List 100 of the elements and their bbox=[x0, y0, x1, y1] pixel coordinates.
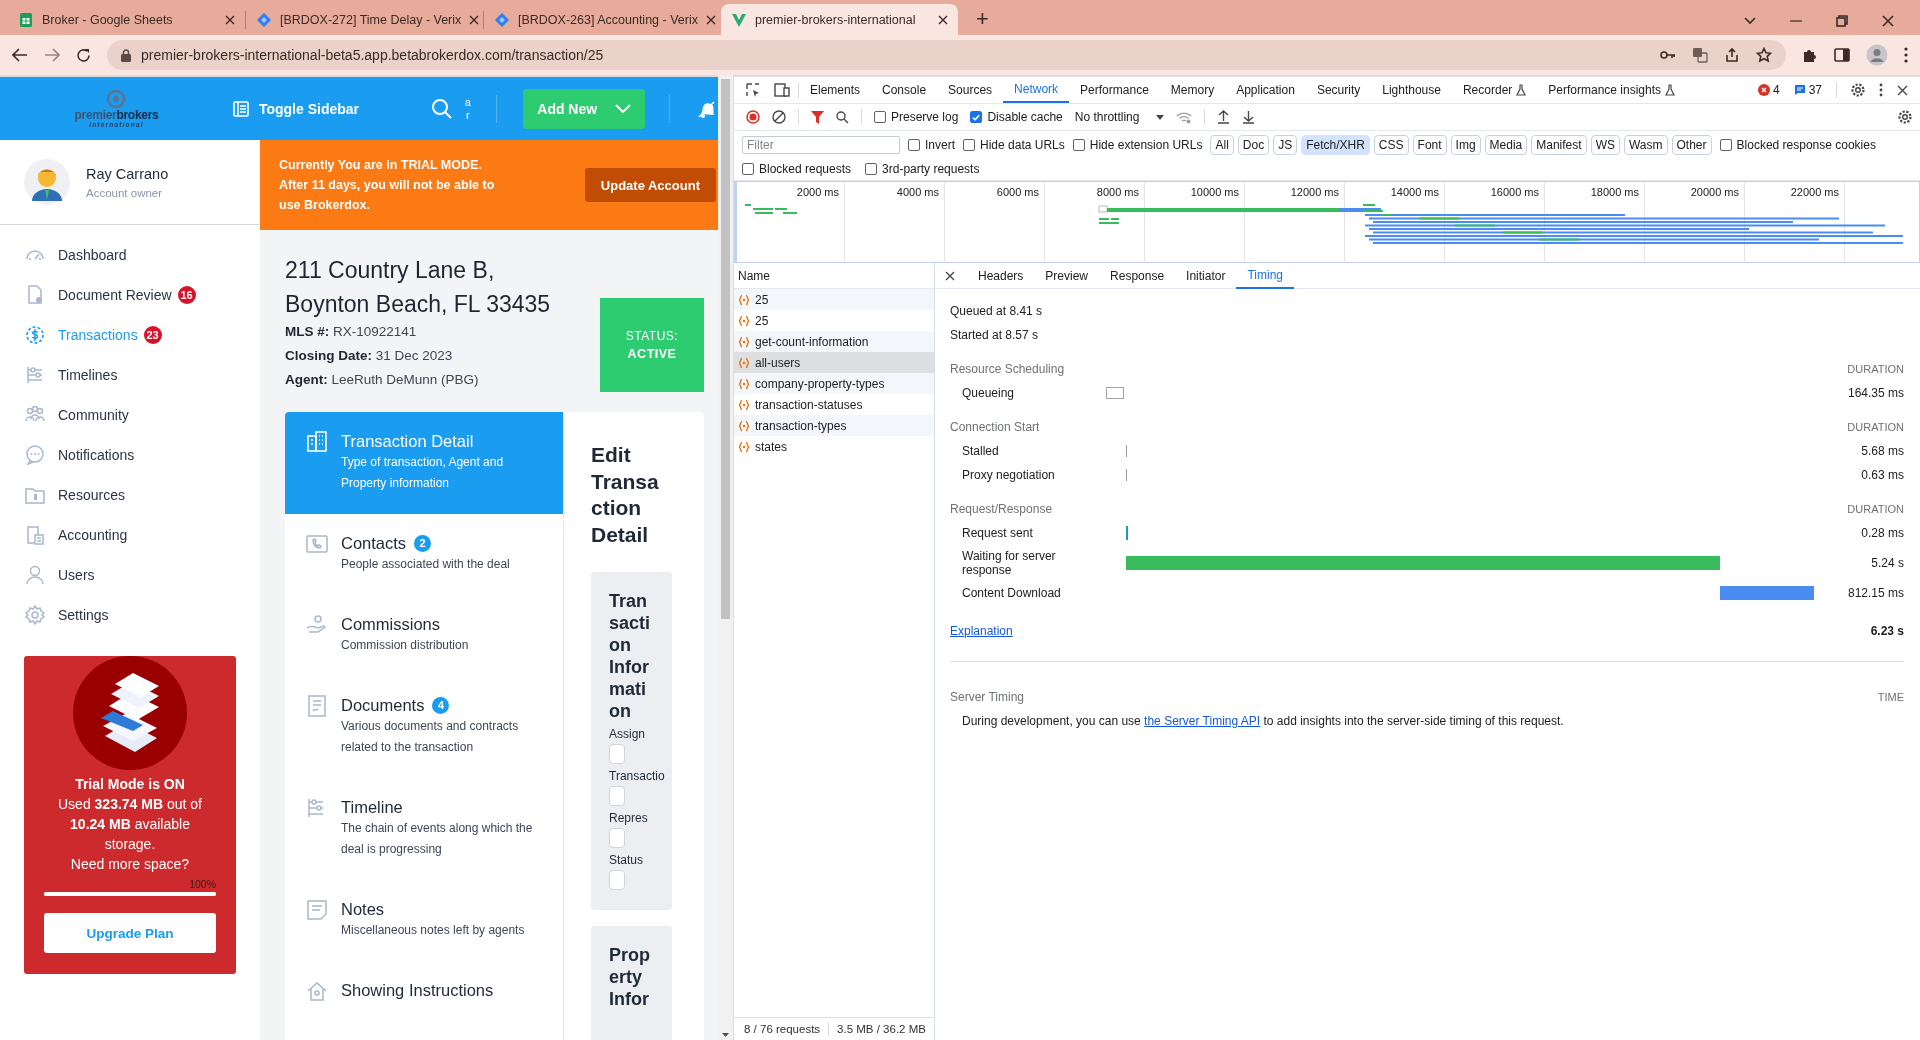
throttling-dropdown[interactable]: No throttling bbox=[1074, 110, 1165, 124]
request-row[interactable]: get-count-information bbox=[734, 331, 934, 352]
request-row[interactable]: states bbox=[734, 436, 934, 457]
panel-tab[interactable]: Security bbox=[1305, 77, 1372, 103]
type-filter-chip[interactable]: Font bbox=[1412, 134, 1447, 155]
input-field[interactable] bbox=[609, 744, 625, 764]
checkbox[interactable] bbox=[865, 163, 878, 175]
request-row[interactable]: all-users bbox=[734, 352, 934, 373]
type-filter-chip[interactable]: CSS bbox=[1373, 134, 1409, 155]
star-icon[interactable] bbox=[1756, 47, 1772, 63]
section-tab[interactable]: Documents 4 Various documents and contracts related to the transaction bbox=[285, 676, 563, 778]
server-timing-link[interactable]: the Server Timing API bbox=[1144, 714, 1261, 728]
filter-icon[interactable] bbox=[811, 110, 824, 124]
nav-item[interactable]: Resources bbox=[0, 475, 260, 515]
panel-tab[interactable]: Network bbox=[1003, 77, 1070, 103]
section-tab[interactable]: Timeline The chain of events along which the deal is progressing bbox=[285, 778, 563, 880]
clear-icon[interactable] bbox=[772, 110, 786, 124]
input-field[interactable] bbox=[609, 870, 625, 890]
panel-tab[interactable]: Application bbox=[1225, 77, 1306, 103]
filter-input[interactable]: Filter bbox=[742, 135, 900, 154]
puzzle-icon[interactable] bbox=[1802, 47, 1818, 63]
panel-tab[interactable]: Memory bbox=[1159, 77, 1226, 103]
browser-tab[interactable]: Broker - Google Sheets bbox=[8, 4, 245, 35]
reload-icon[interactable] bbox=[76, 47, 91, 63]
checkbox[interactable] bbox=[908, 138, 920, 151]
side-panel-icon[interactable] bbox=[1834, 48, 1850, 62]
input-field[interactable] bbox=[609, 828, 625, 848]
panel-tab[interactable]: Performance bbox=[1069, 77, 1160, 103]
close-icon[interactable] bbox=[945, 270, 955, 281]
settings-icon[interactable] bbox=[1898, 110, 1912, 124]
nav-item[interactable]: Accounting bbox=[0, 515, 260, 555]
browser-tab[interactable]: premier-brokers-international bbox=[721, 4, 958, 35]
request-row[interactable]: transaction-statuses bbox=[734, 394, 934, 415]
more-icon[interactable] bbox=[1904, 47, 1908, 63]
checkbox[interactable] bbox=[742, 163, 754, 175]
explanation-link[interactable]: Explanation bbox=[950, 624, 1013, 638]
checkbox[interactable] bbox=[1072, 138, 1085, 151]
section-tab[interactable]: Notes Miscellaneous notes left by agents bbox=[285, 880, 563, 961]
panel-tab[interactable]: Console bbox=[871, 77, 938, 103]
error-count[interactable]: 4 bbox=[1757, 83, 1780, 97]
download-icon[interactable] bbox=[1242, 110, 1256, 124]
type-filter-chip[interactable]: Media bbox=[1484, 134, 1528, 155]
section-tab[interactable]: Commissions Commission distribution bbox=[285, 595, 563, 676]
checkbox[interactable] bbox=[963, 138, 975, 151]
close-icon[interactable] bbox=[938, 14, 948, 25]
profile-avatar-icon[interactable] bbox=[1866, 44, 1888, 66]
nav-item[interactable]: Document Review 16 bbox=[0, 275, 260, 315]
network-conditions-icon[interactable] bbox=[1176, 110, 1193, 124]
detail-tab[interactable]: Response bbox=[1099, 262, 1176, 289]
translate-icon[interactable] bbox=[1692, 47, 1708, 63]
checkbox[interactable] bbox=[1719, 138, 1732, 151]
key-icon[interactable] bbox=[1660, 50, 1676, 60]
nav-item[interactable]: Notifications bbox=[0, 435, 260, 475]
type-filter-chip[interactable]: Manifest bbox=[1531, 134, 1587, 155]
scrollbar-thumb[interactable] bbox=[721, 79, 730, 619]
share-icon[interactable] bbox=[1724, 47, 1740, 63]
type-filter-chip[interactable]: Doc bbox=[1237, 134, 1270, 155]
request-row[interactable]: transaction-types bbox=[734, 415, 934, 436]
nav-item[interactable]: Community bbox=[0, 395, 260, 435]
request-row[interactable]: 25 bbox=[734, 310, 934, 331]
settings-icon[interactable] bbox=[1851, 83, 1865, 97]
nav-item[interactable]: Transactions 23 bbox=[0, 315, 260, 355]
search-icon[interactable] bbox=[836, 110, 849, 124]
panel-tab[interactable]: Lighthouse bbox=[1371, 77, 1452, 103]
browser-tab[interactable]: [BRDOX-263] Accounting - Verix bbox=[484, 4, 721, 35]
section-tab[interactable]: Showing Instructions bbox=[285, 961, 563, 1023]
close-icon[interactable] bbox=[1897, 84, 1908, 96]
close-icon[interactable] bbox=[705, 14, 716, 25]
detail-tab[interactable]: Preview bbox=[1034, 262, 1100, 289]
checkbox[interactable] bbox=[874, 111, 886, 123]
type-filter-chip[interactable]: All bbox=[1210, 134, 1234, 155]
close-icon[interactable] bbox=[469, 14, 480, 25]
close-icon[interactable] bbox=[1882, 15, 1894, 27]
type-filter-chip[interactable]: Other bbox=[1671, 134, 1712, 155]
type-filter-chip[interactable]: WS bbox=[1590, 134, 1620, 155]
nav-item[interactable]: Dashboard bbox=[0, 235, 260, 275]
type-filter-chip[interactable]: Fetch/XHR bbox=[1301, 134, 1370, 155]
input-field[interactable] bbox=[609, 786, 625, 806]
request-row[interactable]: company-property-types bbox=[734, 373, 934, 394]
browser-tab[interactable]: [BRDOX-272] Time Delay - Verix bbox=[246, 4, 483, 35]
detail-tab[interactable]: Headers bbox=[967, 262, 1035, 289]
panel-tab[interactable]: Recorder bbox=[1451, 77, 1538, 103]
message-count[interactable]: 37 bbox=[1793, 83, 1822, 97]
section-tab[interactable]: Contacts 2 People associated with the deal bbox=[285, 514, 563, 595]
request-row[interactable]: 25 bbox=[734, 289, 934, 310]
detail-tab[interactable]: Timing bbox=[1236, 262, 1294, 289]
forward-icon[interactable] bbox=[44, 48, 60, 62]
type-filter-chip[interactable]: Wasm bbox=[1623, 134, 1668, 155]
nav-item[interactable]: Users bbox=[0, 555, 260, 595]
update-account-button[interactable]: Update Account bbox=[584, 168, 716, 202]
back-icon[interactable] bbox=[12, 48, 28, 62]
close-icon[interactable] bbox=[225, 14, 235, 25]
chevron-down-icon[interactable] bbox=[1744, 17, 1756, 25]
panel-tab[interactable]: Sources bbox=[937, 77, 1004, 103]
device-icon[interactable] bbox=[774, 83, 790, 97]
checkbox[interactable] bbox=[970, 111, 983, 123]
address-bar[interactable]: premier-brokers-international-beta5.app.betabrokerdox.com/transaction/25 bbox=[107, 40, 1786, 70]
detail-tab[interactable]: Initiator bbox=[1175, 262, 1237, 289]
panel-tab[interactable]: Performance insights bbox=[1537, 77, 1687, 103]
stop-recording-icon[interactable] bbox=[746, 110, 760, 124]
